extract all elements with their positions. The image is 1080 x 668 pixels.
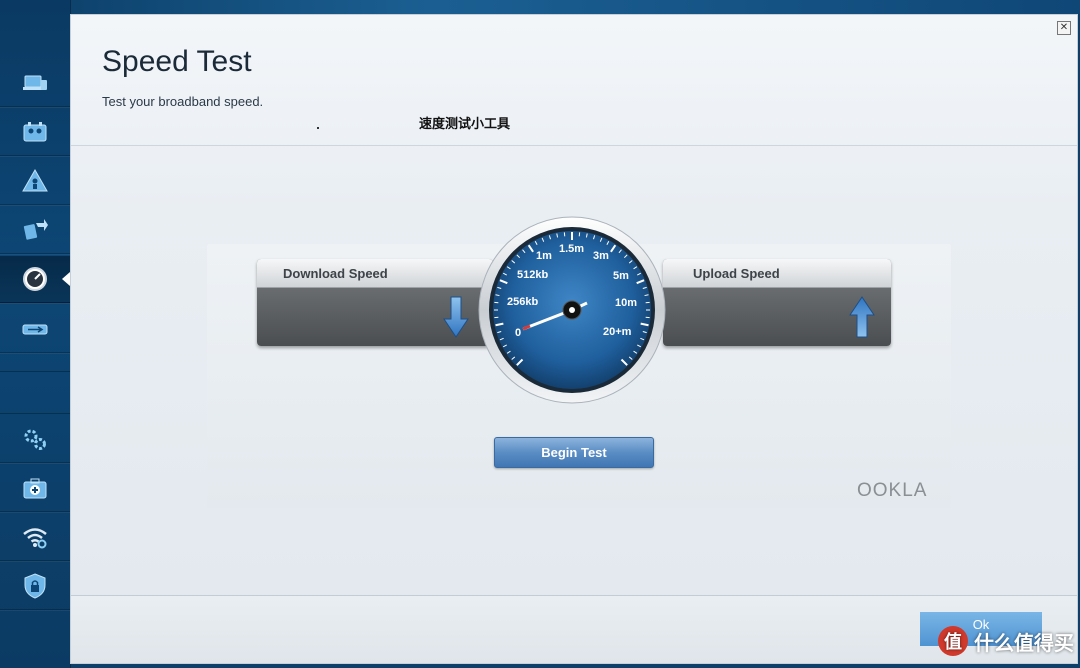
sidebar-item-devices[interactable] [0,60,70,107]
upload-speed-label: Upload Speed [663,259,891,288]
parental-controls-icon [23,122,47,142]
gauge-hub-center [569,307,575,313]
sidebar-divider [0,371,70,372]
sidebar-item-troubleshooting[interactable] [0,465,70,512]
top-band [0,0,1080,14]
download-speed-bar: Download Speed [257,259,493,346]
guest-access-icon [22,168,48,192]
devices-icon [23,75,47,90]
wireless-icon [23,528,47,549]
begin-test-button[interactable]: Begin Test [494,437,654,468]
speed-test-dialog: ✕ Speed Test Test your broadband speed. … [70,14,1078,664]
settings-icon [24,429,46,450]
gauge-label: 512kb [517,269,548,281]
troubleshooting-icon [23,478,47,499]
download-arrow-icon [443,296,469,338]
gauge-label: 1m [536,250,552,262]
download-speed-label: Download Speed [257,259,493,288]
sidebar-item-settings[interactable] [0,416,70,463]
close-icon[interactable]: ✕ [1057,21,1071,35]
upload-speed-bar: Upload Speed [663,259,891,346]
tool-caption: 速度测试小工具 [419,117,511,132]
sidebar-item-speedtest[interactable] [0,256,70,303]
sidebar-item-wireless[interactable] [0,514,70,561]
gauge-label: 5m [613,270,629,282]
upload-arrow-icon [849,296,875,338]
page-subtitle: Test your broadband speed. [102,94,264,109]
page-title: Speed Test [102,45,252,78]
sidebar-item-security[interactable] [0,563,70,610]
header-divider [71,145,1077,146]
gauge-label: 20+m [603,326,632,338]
stray-dot [317,127,319,129]
gauge-label: 256kb [507,296,538,308]
sidebar [0,0,71,668]
sidebar-divider [0,413,70,414]
speedometer-icon [23,267,47,291]
gauge-label: 3m [593,250,609,262]
sidebar-item-parental[interactable] [0,109,70,156]
gauge-label: 1.5m [559,243,584,255]
watermark-text: 什么值得买 [974,630,1074,655]
speed-gauge: 0 256kb 512kb 1m 1.5m 3m 5m 10m 20+m [478,216,666,404]
gauge-label: 10m [615,297,637,309]
security-icon [24,573,46,599]
watermark: 值 什么值得买 [938,626,1074,656]
sidebar-item-guest[interactable] [0,158,70,205]
media-prioritization-icon [23,219,48,240]
ookla-logo: OOKLA [857,480,928,501]
sidebar-item-media[interactable] [0,207,70,254]
gauge-label: 0 [515,327,521,339]
watermark-badge: 值 [938,626,968,656]
usb-storage-icon [22,324,48,335]
sidebar-item-usb[interactable] [0,306,70,353]
